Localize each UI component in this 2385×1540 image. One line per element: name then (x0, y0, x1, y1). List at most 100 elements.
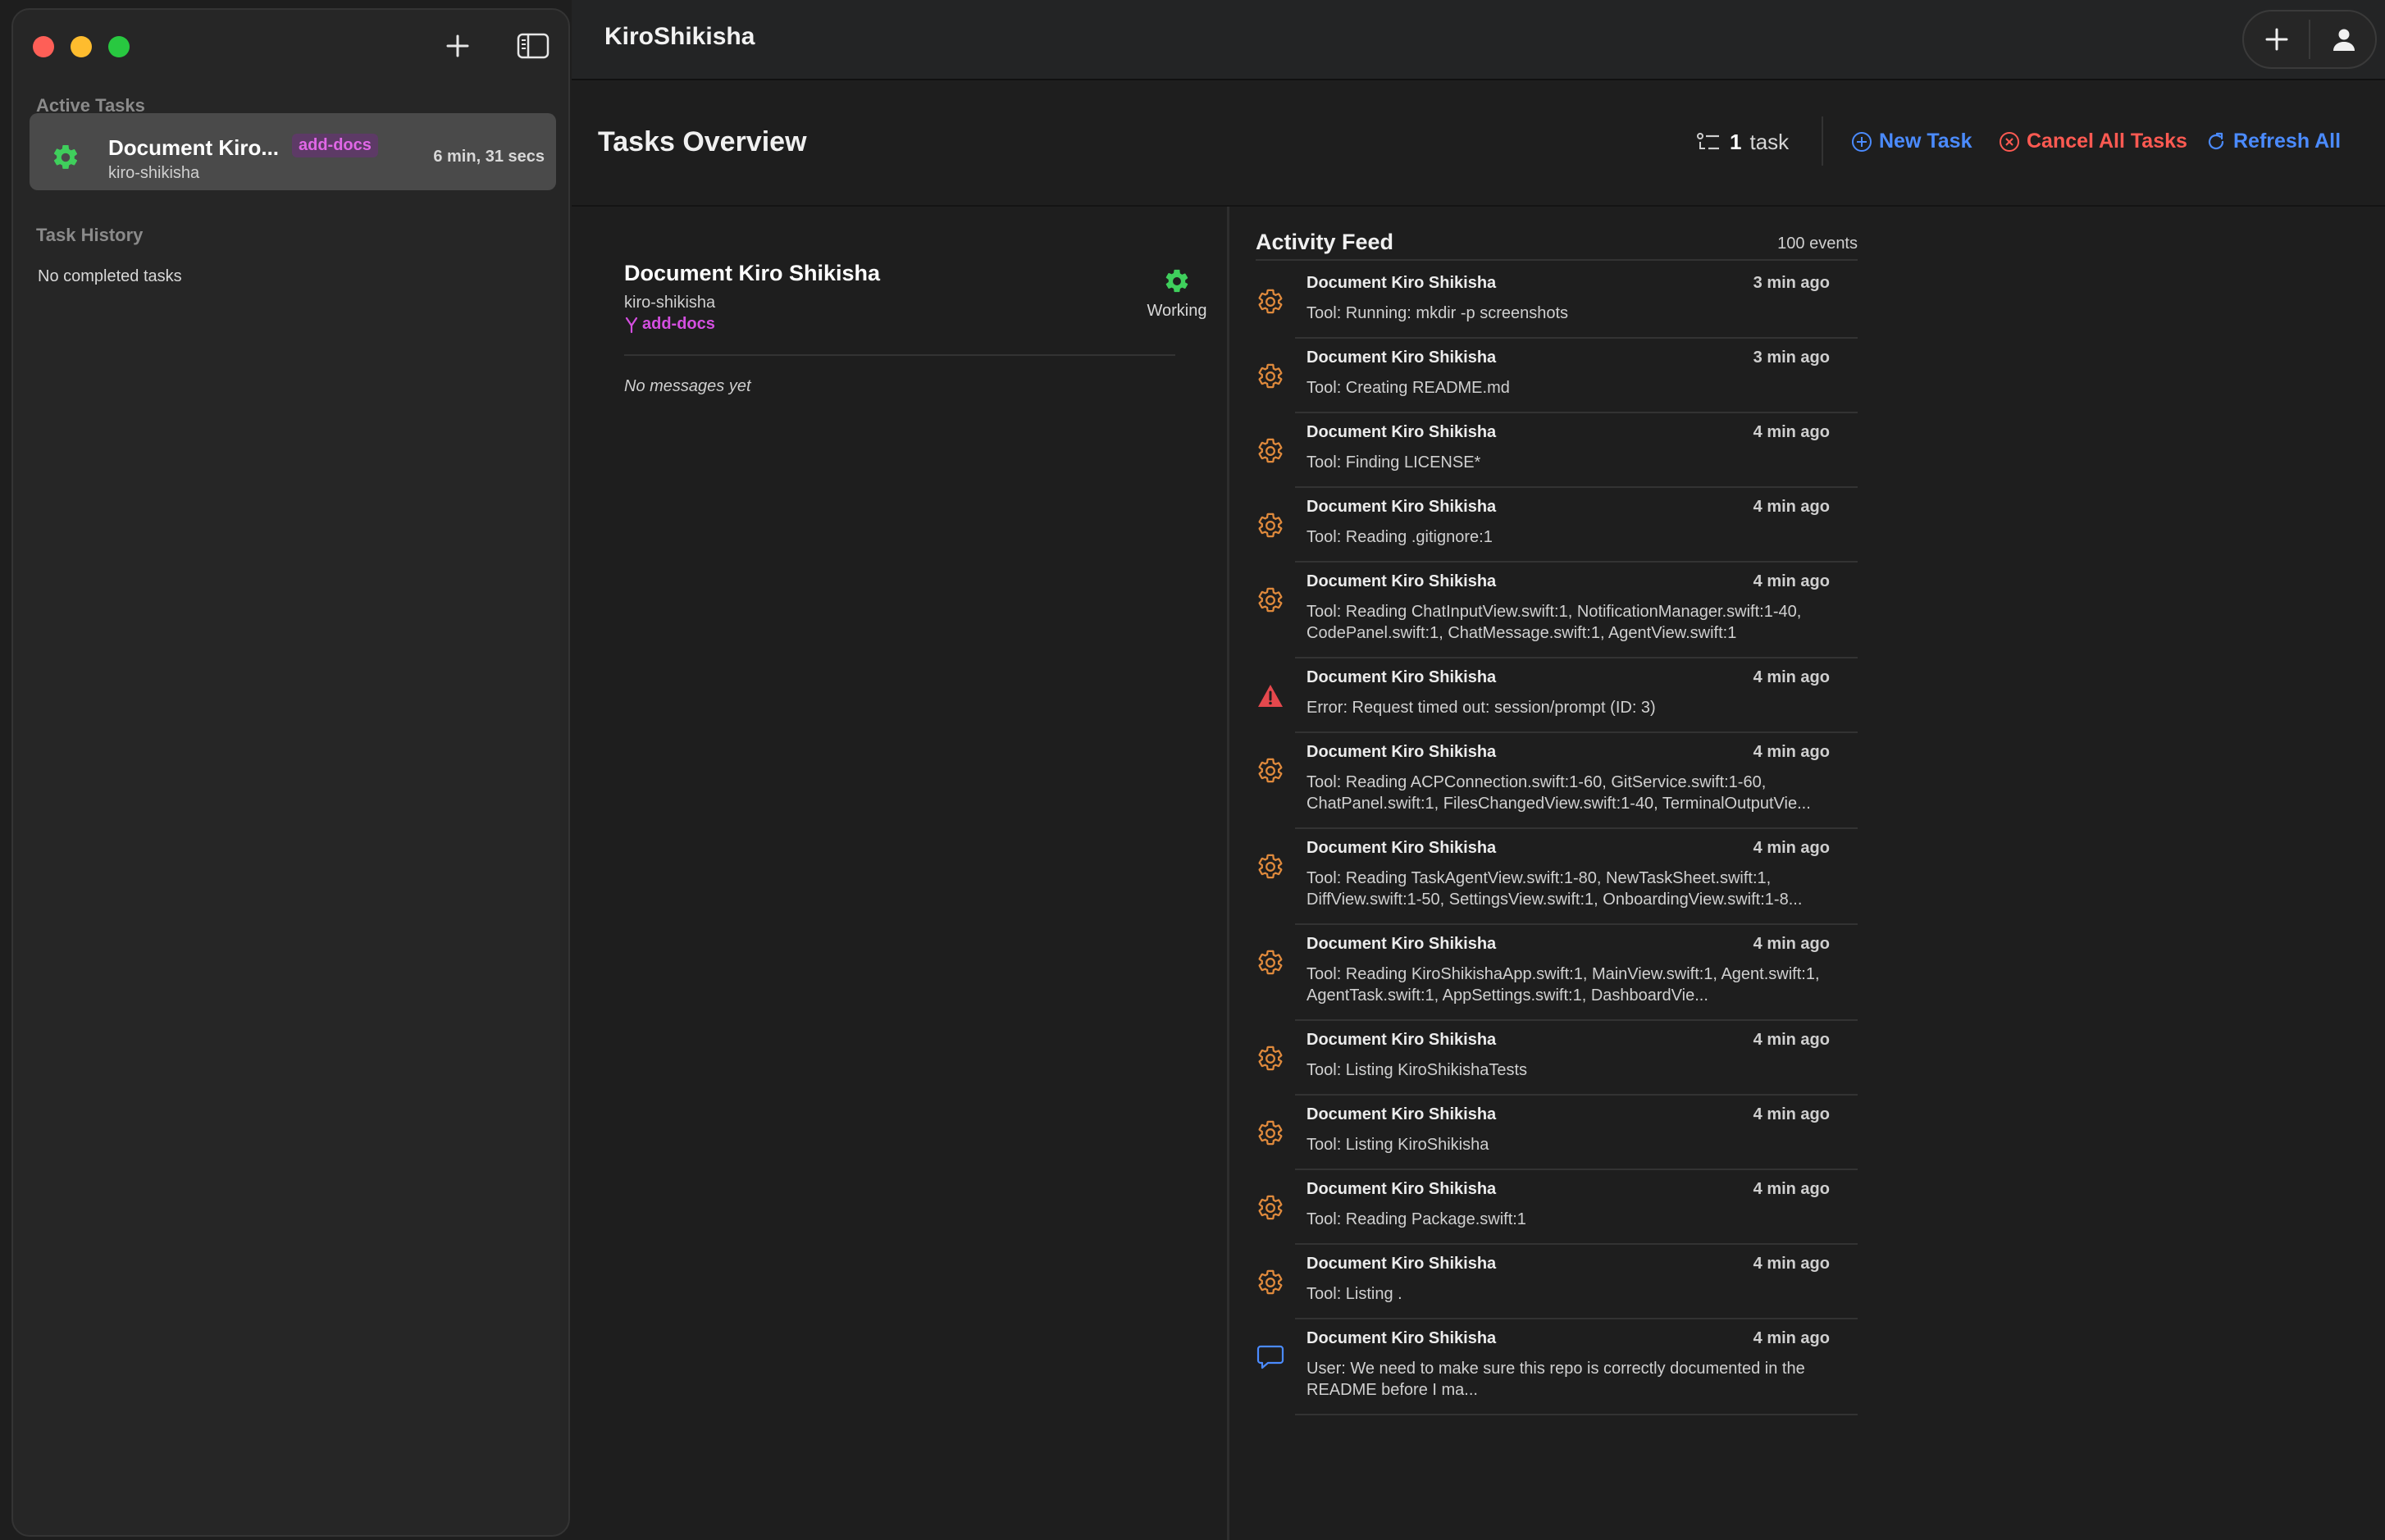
cancel-all-label: Cancel All Tasks (2027, 130, 2187, 153)
plus-icon (446, 34, 469, 57)
sidebar-icon (517, 33, 550, 59)
activity-event-list[interactable]: Document Kiro Shikisha 3 min ago Tool: Run… (1256, 264, 1858, 1415)
new-task-link[interactable]: New Task (1851, 130, 1972, 153)
event-text: Tool: Reading Package.swift:1 (1307, 1210, 1526, 1228)
refresh-all-link[interactable]: Refresh All (2205, 130, 2341, 153)
branch-icon (625, 317, 638, 333)
activity-event[interactable]: Document Kiro Shikisha 4 min ago Tool: Rea… (1256, 488, 1858, 563)
event-text: Tool: Reading .gitignore:1 (1307, 528, 1493, 546)
event-text: Tool: Listing . (1307, 1285, 1402, 1303)
event-time: 4 min ago (1753, 1255, 1830, 1273)
refresh-all-label: Refresh All (2233, 130, 2342, 153)
active-task-item[interactable]: Document Kiro... add-docs kiro-shikisha … (30, 113, 556, 190)
activity-event[interactable]: Document Kiro Shikisha 4 min ago Tool: Rea… (1256, 563, 1858, 658)
refresh-icon (2208, 132, 2224, 149)
task-detail-panel: Document Kiro Shikisha kiro-shikisha add… (572, 207, 1228, 1540)
activity-event[interactable]: Document Kiro Shikisha 4 min ago Tool: Lis… (1256, 1245, 1858, 1319)
activity-event[interactable]: Document Kiro Shikisha 3 min ago Tool: Cre… (1256, 339, 1858, 413)
event-time: 4 min ago (1753, 423, 1830, 441)
cancel-all-tasks-link[interactable]: Cancel All Tasks (1999, 130, 2187, 153)
new-task-label: New Task (1879, 130, 1972, 153)
gear-icon (1256, 1193, 1285, 1223)
toolbar-add-button[interactable] (2259, 21, 2295, 57)
event-time: 4 min ago (1753, 1031, 1830, 1049)
event-text: Tool: Reading KiroShikishaApp.swift:1, M… (1307, 965, 1820, 1005)
event-time: 4 min ago (1753, 1329, 1830, 1347)
event-time: 3 min ago (1753, 349, 1830, 367)
plus-icon (2265, 28, 2288, 51)
sidebar: Active Tasks Document Kiro... add-docs k… (11, 8, 570, 1537)
event-time: 4 min ago (1753, 839, 1830, 857)
task-title: Document Kiro Shikisha (624, 261, 881, 285)
task-branch: add-docs (624, 315, 715, 334)
task-status-label: Working (1147, 302, 1207, 320)
event-time: 4 min ago (1753, 668, 1830, 686)
branch-badge: add-docs (292, 134, 378, 157)
activity-event[interactable]: Document Kiro Shikisha 4 min ago Tool: Lis… (1256, 1021, 1858, 1096)
event-time: 3 min ago (1753, 274, 1830, 292)
overview-header: Tasks Overview 1 task New Task Cancel Al… (572, 80, 2385, 207)
event-text: Tool: Listing KiroShikisha (1307, 1136, 1489, 1154)
activity-event[interactable]: Document Kiro Shikisha 4 min ago Tool: Lis… (1256, 1096, 1858, 1170)
task-count-unit: task (1749, 130, 1790, 154)
activity-event[interactable]: Document Kiro Shikisha 4 min ago Tool: Fin… (1256, 413, 1858, 488)
event-text: User: We need to make sure this repo is … (1307, 1360, 1805, 1399)
toggle-sidebar-button[interactable] (515, 28, 551, 64)
page-title: Tasks Overview (598, 126, 807, 157)
activity-event[interactable]: Document Kiro Shikisha 4 min ago Tool: Rea… (1256, 1170, 1858, 1245)
chat-bubble-icon (1256, 1342, 1285, 1372)
gear-icon (1256, 756, 1285, 786)
x-circle-icon (2000, 131, 2019, 152)
account-button[interactable] (2326, 21, 2362, 57)
minimize-window-button[interactable] (71, 36, 92, 57)
event-text: Tool: Creating README.md (1307, 379, 1510, 397)
event-time: 4 min ago (1753, 935, 1830, 953)
activity-event-count: 100 events (1777, 235, 1858, 253)
activity-event[interactable]: Document Kiro Shikisha 4 min ago Tool: Rea… (1256, 829, 1858, 925)
activity-feed-header: Activity Feed 100 events (1256, 218, 1858, 261)
task-count-number: 1 (1730, 130, 1742, 154)
app-title: KiroShikisha (604, 23, 755, 50)
warning-icon (1256, 681, 1285, 711)
task-history-heading: Task History (36, 225, 144, 245)
active-task-elapsed: 6 min, 31 secs (433, 148, 545, 166)
person-icon (2333, 29, 2355, 51)
event-time: 4 min ago (1753, 498, 1830, 516)
activity-event[interactable]: Document Kiro Shikisha 3 min ago Tool: Run… (1256, 264, 1858, 339)
messages-empty-text: No messages yet (624, 377, 751, 395)
activity-feed-title: Activity Feed (1256, 230, 1394, 254)
event-text: Tool: Reading ChatInputView.swift:1, Not… (1307, 603, 1802, 642)
gear-icon (1256, 436, 1285, 466)
event-text: Error: Request timed out: session/prompt… (1307, 699, 1656, 717)
plus-circle-icon (1852, 131, 1872, 152)
gear-icon (1256, 362, 1285, 391)
gear-icon (1256, 1119, 1285, 1148)
event-text: Tool: Listing KiroShikishaTests (1307, 1061, 1528, 1079)
gear-icon (1256, 948, 1285, 977)
history-empty-text: No completed tasks (38, 267, 182, 285)
gear-icon (1256, 1044, 1285, 1073)
gear-icon (53, 144, 78, 169)
close-window-button[interactable] (33, 36, 54, 57)
active-task-title: Document Kiro... (108, 135, 280, 160)
active-task-repo: kiro-shikisha (108, 164, 200, 182)
task-count: 1 task (1697, 130, 1789, 155)
event-time: 4 min ago (1753, 572, 1830, 590)
activity-feed: Activity Feed 100 events Document Kiro S… (1229, 207, 1886, 1540)
detail-divider (624, 354, 1175, 356)
event-text: Tool: Reading ACPConnection.swift:1-60, … (1307, 773, 1811, 813)
activity-event[interactable]: Document Kiro Shikisha 4 min ago Error: Re… (1256, 658, 1858, 733)
header-divider (1822, 116, 1823, 166)
activity-event[interactable]: Document Kiro Shikisha 4 min ago Tool: Rea… (1256, 925, 1858, 1021)
gear-icon (1165, 269, 1188, 293)
new-task-button[interactable] (440, 28, 476, 64)
activity-event[interactable]: Document Kiro Shikisha 4 min ago User: We … (1256, 1319, 1858, 1415)
window-toolbar: KiroShikisha (572, 0, 2385, 80)
gear-icon (1256, 585, 1285, 615)
event-text: Tool: Running: mkdir -p screenshots (1307, 304, 1569, 322)
event-time: 4 min ago (1753, 1180, 1830, 1198)
zoom-window-button[interactable] (108, 36, 130, 57)
task-status: Working (1136, 267, 1218, 321)
toolbar-button-group (2242, 10, 2377, 69)
activity-event[interactable]: Document Kiro Shikisha 4 min ago Tool: Rea… (1256, 733, 1858, 829)
